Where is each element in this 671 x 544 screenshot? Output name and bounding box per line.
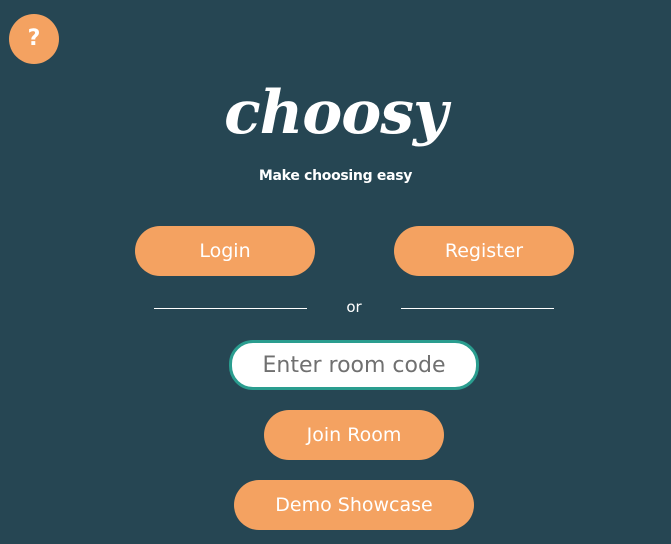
divider-left	[154, 308, 307, 309]
landing-page: ? choosy Make choosing easy Login Regist…	[0, 0, 671, 544]
tagline: Make choosing easy	[258, 168, 413, 184]
question-mark-icon: ?	[27, 26, 41, 51]
demo-showcase-button[interactable]: Demo Showcase	[234, 480, 474, 530]
register-button[interactable]: Register	[394, 226, 574, 276]
app-logo: choosy	[224, 78, 448, 148]
join-room-button[interactable]: Join Room	[264, 410, 444, 460]
divider-text: or	[346, 298, 362, 316]
login-button[interactable]: Login	[135, 226, 315, 276]
divider-right	[401, 308, 554, 309]
room-code-input[interactable]	[229, 340, 479, 390]
help-button[interactable]: ?	[9, 14, 59, 64]
